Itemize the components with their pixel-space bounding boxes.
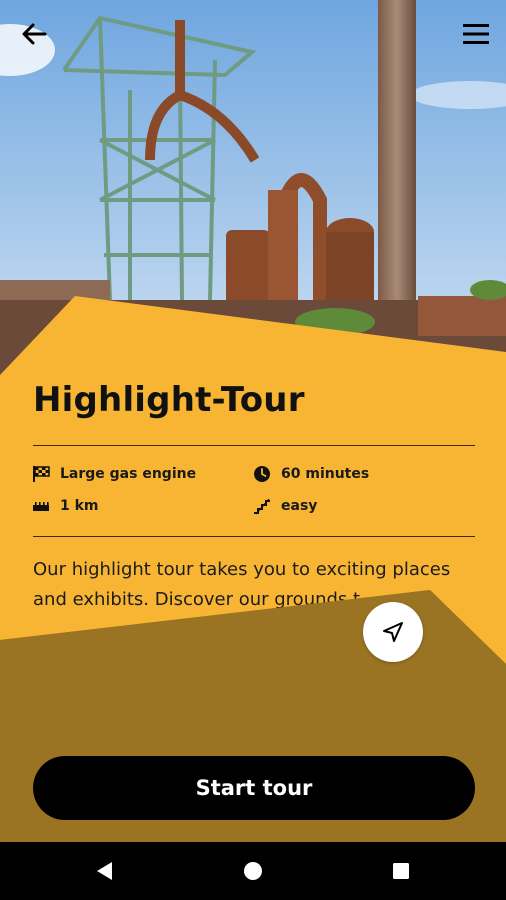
clock-icon — [254, 466, 270, 482]
nav-back-button[interactable] — [85, 851, 125, 891]
checkered-flag-icon — [33, 466, 50, 482]
stat-duration-label: 60 minutes — [281, 466, 370, 482]
locate-button[interactable] — [363, 602, 423, 662]
ruler-icon — [33, 502, 49, 511]
stairs-icon — [254, 498, 270, 515]
divider-bottom — [33, 536, 475, 537]
divider-top — [33, 445, 475, 446]
stat-distance: 1 km — [32, 497, 99, 515]
stat-difficulty-label: easy — [281, 498, 318, 514]
stat-start: Large gas engine — [32, 465, 196, 483]
page-title: Highlight-Tour — [33, 380, 305, 420]
tour-card-background — [0, 296, 506, 842]
stat-difficulty: easy — [253, 497, 317, 515]
start-tour-button[interactable]: Start tour — [33, 756, 475, 820]
nav-home-button[interactable] — [233, 851, 273, 891]
nav-recents-button[interactable] — [381, 851, 421, 891]
stat-distance-label: 1 km — [60, 498, 99, 514]
stat-start-label: Large gas engine — [60, 466, 197, 482]
stat-duration: 60 minutes — [253, 465, 369, 483]
system-navigation-bar — [0, 842, 506, 900]
navigation-arrow-icon — [383, 622, 403, 642]
square-recents-icon — [393, 863, 409, 879]
triangle-back-icon — [97, 862, 112, 880]
circle-home-icon — [244, 862, 262, 880]
